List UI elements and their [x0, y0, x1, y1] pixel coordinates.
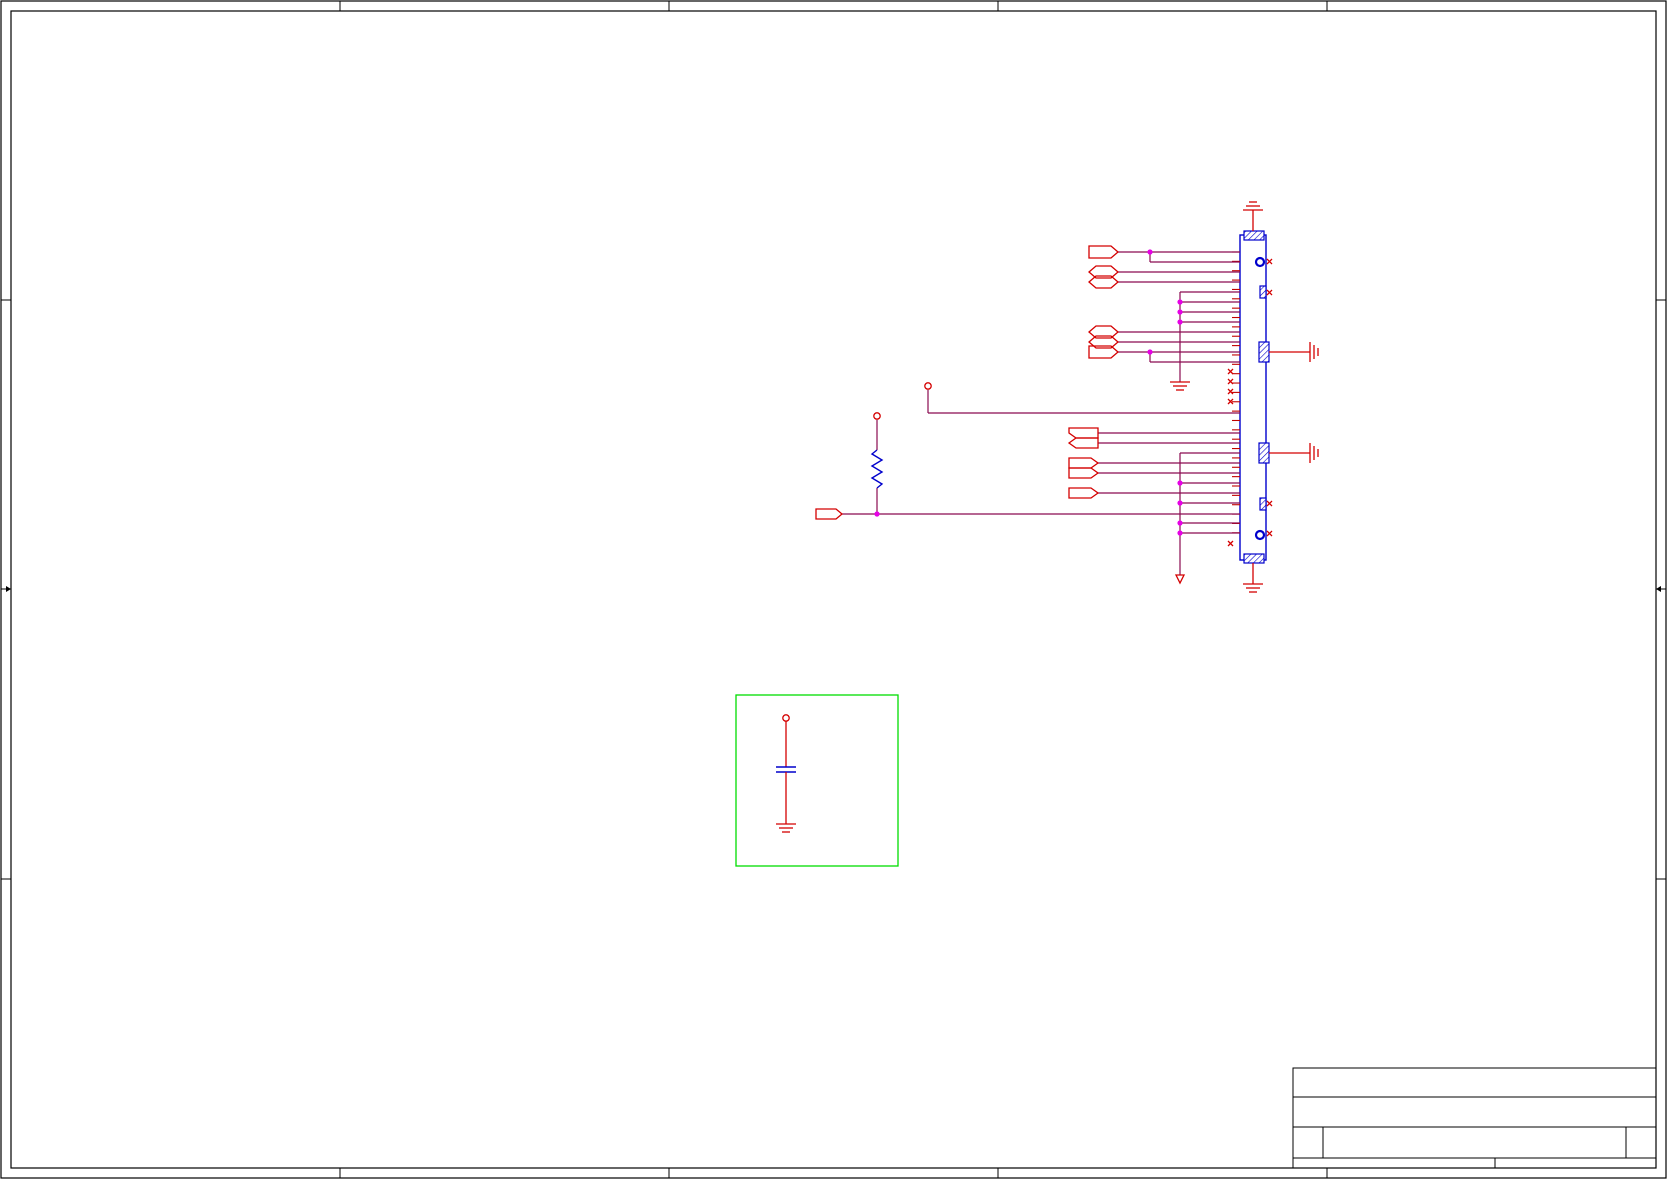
ground-icon: [1269, 443, 1319, 463]
highlight-box: [735, 694, 899, 867]
connector-small-tab-2: [1259, 497, 1267, 511]
input-port-icon: [1067, 437, 1099, 449]
power-terminal-icon: [924, 382, 932, 390]
capacitor-icon: [776, 721, 796, 824]
ground-icon: [1170, 381, 1190, 391]
connector-mount-tab-2: [1258, 442, 1270, 464]
connector-pins: [1232, 251, 1240, 534]
ground-icon: [1243, 201, 1263, 231]
output-port-icon: [1068, 467, 1100, 479]
output-port-icon: [815, 508, 844, 520]
resistor-icon: [870, 449, 884, 489]
ground-icon: [1243, 563, 1263, 593]
ground-icon: [776, 823, 796, 833]
port-connectors: [815, 245, 1119, 520]
power-terminal-icon: [782, 714, 790, 722]
input-port-icon: [1068, 427, 1099, 439]
title-block: [1292, 1067, 1657, 1169]
connector: [1227, 230, 1273, 564]
power-terminal-icon: [873, 412, 881, 420]
schematic-sheet: [0, 0, 1667, 1179]
connector-mount-tab-1: [1258, 341, 1270, 363]
connector-shield-bottom: [1243, 553, 1265, 564]
no-connect-icon: [1266, 258, 1273, 537]
sheet-border: [0, 0, 1667, 1179]
output-port-icon: [1068, 457, 1100, 469]
signal-ground-icon: [1174, 574, 1186, 585]
connector-shield-top: [1243, 230, 1265, 241]
mounting-hole-icon: [1254, 256, 1266, 268]
center-arrow-right-icon: [1656, 586, 1666, 592]
mounting-hole-icon: [1254, 529, 1266, 541]
output-port-icon: [1088, 245, 1119, 259]
ground-icon: [1269, 342, 1319, 362]
output-port-icon: [1068, 487, 1100, 499]
connector-small-tab-1: [1259, 285, 1267, 299]
center-arrow-left-icon: [1, 586, 11, 592]
